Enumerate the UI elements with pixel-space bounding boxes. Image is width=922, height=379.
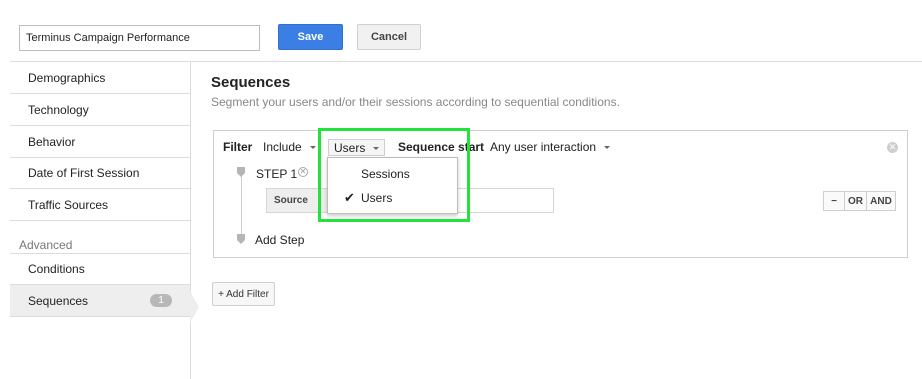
- sidebar-item-technology[interactable]: Technology: [10, 94, 190, 126]
- menu-item-sessions[interactable]: Sessions: [328, 163, 457, 185]
- menu-item-users[interactable]: ✔ Users: [328, 187, 457, 209]
- save-button[interactable]: Save: [278, 24, 343, 50]
- sequence-start-label: Sequence start: [398, 140, 485, 154]
- remove-condition-button[interactable]: −: [823, 191, 845, 211]
- filter-label: Filter: [223, 140, 253, 154]
- page-title: Sequences: [211, 74, 291, 91]
- scope-menu: Sessions ✔ Users: [327, 157, 458, 214]
- menu-item-label: Sessions: [361, 167, 410, 181]
- chevron-down-icon: [309, 146, 316, 149]
- sidebar-item-conditions[interactable]: Conditions: [10, 253, 190, 285]
- sidebar-item-demographics[interactable]: Demographics: [10, 62, 190, 94]
- step-connector: [241, 170, 242, 236]
- sidebar-item-behavior[interactable]: Behavior: [10, 126, 190, 158]
- step-label: STEP 1: [256, 167, 298, 181]
- sequence-start-dropdown[interactable]: Any user interaction: [490, 140, 611, 154]
- sidebar-item-traffic-sources[interactable]: Traffic Sources: [10, 189, 190, 221]
- or-button[interactable]: OR: [845, 191, 867, 211]
- count-badge: 1: [150, 294, 172, 307]
- active-indicator: [190, 291, 199, 323]
- sidebar: Demographics Technology Behavior Date of…: [10, 62, 190, 379]
- page-subtitle: Segment your users and/or their sessions…: [211, 95, 620, 109]
- top-bar: Save Cancel: [0, 0, 922, 62]
- sidebar-item-date-of-first-session[interactable]: Date of First Session: [10, 157, 190, 189]
- add-filter-button[interactable]: + Add Filter: [212, 282, 275, 306]
- include-dropdown-value: Include: [263, 140, 302, 154]
- cancel-button[interactable]: Cancel: [357, 24, 421, 50]
- remove-step-icon[interactable]: ✕: [298, 167, 308, 177]
- sidebar-item-label: Sequences: [28, 293, 89, 308]
- add-step-button[interactable]: Add Step: [255, 233, 304, 247]
- sidebar-divider: [190, 62, 191, 379]
- sidebar-item-sequences[interactable]: Sequences 1: [10, 285, 190, 317]
- sidebar-section-advanced: Advanced: [19, 238, 73, 252]
- checkmark-icon: ✔: [344, 190, 355, 205]
- sequence-start-value: Any user interaction: [490, 140, 597, 154]
- remove-filter-icon[interactable]: ✕: [887, 142, 898, 153]
- menu-item-label: Users: [361, 191, 393, 205]
- scope-dropdown[interactable]: Users: [328, 139, 386, 156]
- dimension-dropdown[interactable]: Source: [266, 188, 328, 213]
- chevron-down-icon: [604, 146, 611, 149]
- include-dropdown[interactable]: Include: [263, 140, 316, 154]
- scope-dropdown-value: Users: [334, 140, 366, 155]
- chevron-down-icon: [373, 146, 380, 150]
- and-button[interactable]: AND: [867, 191, 896, 211]
- segment-name-input[interactable]: [19, 25, 260, 51]
